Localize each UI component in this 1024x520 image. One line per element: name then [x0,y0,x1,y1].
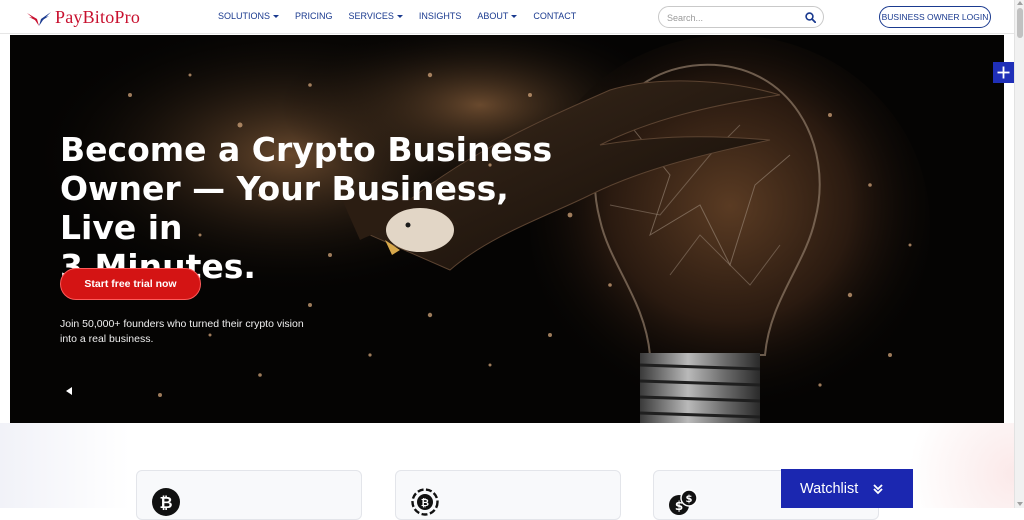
nav-about[interactable]: ABOUT [477,11,518,21]
nav-label: SERVICES [348,11,394,21]
watchlist-toggle[interactable]: Watchlist [781,469,913,508]
hero-title-line: Become a Crypto Business [60,130,553,169]
search-box [658,6,824,28]
plus-icon [997,66,1010,79]
decorative-gradient [0,423,130,508]
nav-contact[interactable]: CONTACT [533,11,576,21]
business-owner-login-button[interactable]: BUSINESS OWNER LOGIN [879,6,991,28]
plus-button[interactable] [993,62,1014,83]
nav-solutions[interactable]: SOLUTIONS [218,11,280,21]
scrollbar-thumb[interactable] [1017,8,1023,38]
svg-text:$: $ [675,499,683,513]
nav-insights[interactable]: INSIGHTS [419,11,462,21]
caret-down-icon [396,14,403,18]
hero-subtitle: Join 50,000+ founders who turned their c… [60,317,340,347]
start-free-trial-button[interactable]: Start free trial now [60,268,201,300]
nav-label: CONTACT [533,11,577,21]
bitcoin-icon: ₿ [152,488,180,516]
hero-subtitle-line: into a real business. [60,333,154,345]
hero-banner: Become a Crypto Business Owner — Your Bu… [10,35,1004,423]
svg-text:$: $ [686,494,693,505]
search-icon[interactable] [805,12,816,23]
slider-prev-arrow-icon[interactable] [66,387,72,395]
caret-down-icon [511,14,518,18]
caret-down-icon [273,14,280,18]
scroll-down-arrow-icon[interactable] [1017,502,1023,506]
eagle-logo-icon [27,11,51,26]
nav-label: ABOUT [477,11,509,21]
site-header: PayBitoPro SOLUTIONS PRICING SERVICES IN… [0,0,1014,34]
nav-label: INSIGHTS [418,11,462,21]
svg-text:₿: ₿ [159,493,172,512]
search-input[interactable] [667,10,797,25]
nav-pricing[interactable]: PRICING [295,11,333,21]
double-chevron-down-icon [873,483,883,494]
hero-subtitle-line: Join 50,000+ founders who turned their c… [60,318,304,330]
hero-title: Become a Crypto Business Owner — Your Bu… [60,130,580,286]
bitcoin-cycle-icon: ₿ [411,488,439,516]
dollar-coins-icon: $ $ [669,489,698,515]
main-nav: SOLUTIONS PRICING SERVICES INSIGHTS ABOU… [218,11,592,21]
svg-text:₿: ₿ [421,497,429,509]
nav-label: PRICING [295,11,333,21]
feature-card[interactable]: ₿ [136,470,362,520]
page-scrollbar[interactable] [1014,0,1024,508]
nav-label: SOLUTIONS [218,11,271,21]
logo-wordmark: PayBitoPro [55,7,141,27]
nav-services[interactable]: SERVICES [349,11,403,21]
hero-title-line: Owner — Your Business, Live in [60,169,509,247]
site-logo[interactable]: PayBitoPro [26,7,140,28]
scroll-up-arrow-icon[interactable] [1017,1,1023,5]
feature-card[interactable]: ₿ [395,470,621,520]
watchlist-label: Watchlist [800,480,859,497]
